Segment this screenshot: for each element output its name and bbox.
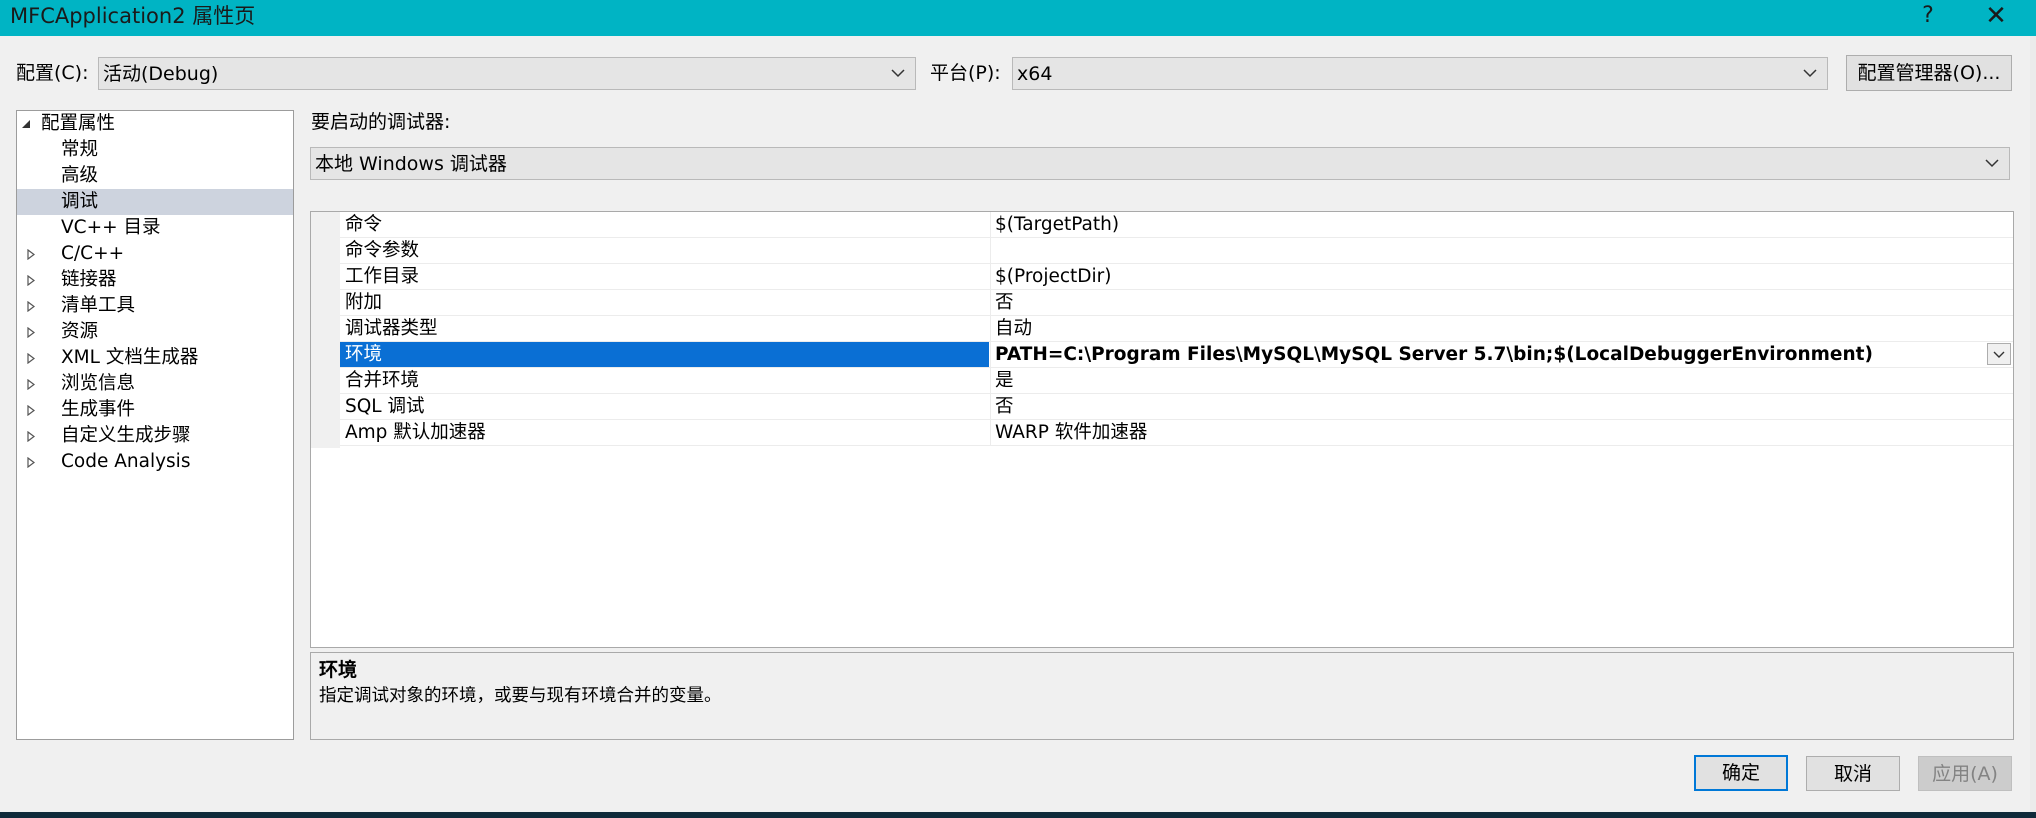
tree-item[interactable]: 清单工具 — [17, 293, 293, 319]
tree-item-label: 常规 — [61, 139, 99, 160]
chevron-down-icon — [1803, 58, 1819, 89]
property-row[interactable]: 命令参数 — [340, 238, 2013, 264]
tree-item[interactable]: 资源 — [17, 319, 293, 345]
tree-item-label: C/C++ — [61, 243, 125, 264]
property-value[interactable]: $(TargetPath) — [990, 212, 2013, 237]
cancel-button[interactable]: 取消 — [1806, 756, 1900, 791]
property-row[interactable]: 合并环境是 — [340, 368, 2013, 394]
tree-item[interactable]: 链接器 — [17, 267, 293, 293]
chevron-down-icon — [1985, 148, 2001, 179]
platform-label: 平台(P): — [930, 62, 1001, 84]
property-name[interactable]: Amp 默认加速器 — [340, 420, 989, 445]
property-name[interactable]: 调试器类型 — [340, 316, 989, 341]
window-edge — [2030, 36, 2036, 812]
property-value[interactable]: 是 — [990, 368, 2013, 393]
configuration-select[interactable]: 活动(Debug) — [98, 57, 916, 90]
tree-item[interactable]: 配置属性 — [17, 111, 293, 137]
property-row[interactable]: 工作目录 $(ProjectDir) — [340, 264, 2013, 290]
property-row[interactable]: 附加否 — [340, 290, 2013, 316]
value-dropdown-button[interactable] — [1987, 343, 2011, 365]
expanded-triangle-icon[interactable] — [21, 111, 35, 137]
tree-item-label: Code Analysis — [61, 451, 191, 472]
property-name[interactable]: 环境 — [340, 342, 989, 367]
tree-item[interactable]: C/C++ — [17, 241, 293, 267]
title-bar — [0, 0, 2036, 36]
property-tree[interactable]: 配置属性常规高级调试 VC++ 目录 C/C++ 链接器清单工具资源 XML 文档生成器… — [16, 110, 294, 740]
tree-item[interactable]: 常规 — [17, 137, 293, 163]
property-grid[interactable]: 命令 $(TargetPath) 命令参数 工作目录 $(ProjectDir) 附加否调… — [310, 211, 2014, 648]
collapsed-triangle-icon[interactable] — [27, 241, 41, 267]
property-name[interactable]: 命令 — [340, 212, 989, 237]
chevron-down-icon — [891, 58, 907, 89]
tree-item[interactable]: 自定义生成步骤 — [17, 423, 293, 449]
property-value[interactable]: WARP 软件加速器 — [990, 420, 2013, 445]
tree-item[interactable]: VC++ 目录 — [17, 215, 293, 241]
tree-item-label: 生成事件 — [61, 399, 136, 420]
property-row[interactable]: SQL 调试否 — [340, 394, 2013, 420]
property-row[interactable]: 调试器类型 自动 — [340, 316, 2013, 342]
property-name[interactable]: 合并环境 — [340, 368, 989, 393]
grid-gutter — [311, 212, 340, 448]
collapsed-triangle-icon[interactable] — [27, 449, 41, 475]
property-value[interactable]: 否 — [990, 394, 2013, 419]
property-value[interactable]: 自动 — [990, 316, 2013, 341]
apply-label: 应用(A) — [1932, 763, 1998, 785]
desktop-strip — [0, 812, 2036, 818]
tree-item-label: VC++ 目录 — [61, 217, 161, 238]
property-name[interactable]: 命令参数 — [340, 238, 989, 263]
close-button[interactable]: ✕ — [1966, 0, 2026, 32]
configuration-manager-button[interactable]: 配置管理器(O)... — [1846, 55, 2012, 91]
tree-item-label: 资源 — [61, 321, 99, 342]
property-value[interactable]: 否 — [990, 290, 2013, 315]
apply-button[interactable]: 应用(A) — [1918, 756, 2012, 791]
tree-item[interactable]: 调试 — [17, 189, 293, 215]
description-title: 环境 — [319, 659, 358, 681]
collapsed-triangle-icon[interactable] — [27, 397, 41, 423]
ok-button[interactable]: 确定 — [1694, 755, 1788, 791]
configuration-label: 配置(C): — [16, 62, 89, 84]
tree-item[interactable]: 浏览信息 — [17, 371, 293, 397]
collapsed-triangle-icon[interactable] — [27, 345, 41, 371]
collapsed-triangle-icon[interactable] — [27, 293, 41, 319]
debugger-label: 要启动的调试器: — [311, 111, 451, 133]
debugger-select[interactable]: 本地 Windows 调试器 — [310, 147, 2010, 180]
description-pane: 环境 指定调试对象的环境，或要与现有环境合并的变量。 — [310, 652, 2014, 740]
property-row[interactable]: Amp 默认加速器 WARP 软件加速器 — [340, 420, 2013, 446]
tree-item[interactable]: XML 文档生成器 — [17, 345, 293, 371]
property-name[interactable]: 附加 — [340, 290, 989, 315]
collapsed-triangle-icon[interactable] — [27, 267, 41, 293]
property-name[interactable]: SQL 调试 — [340, 394, 989, 419]
property-value[interactable] — [990, 238, 2013, 263]
tree-item-label: 高级 — [61, 165, 99, 186]
property-name[interactable]: 工作目录 — [340, 264, 989, 289]
tree-item-label: 链接器 — [61, 269, 117, 290]
debugger-value: 本地 Windows 调试器 — [315, 153, 507, 175]
tree-item-label: 浏览信息 — [61, 373, 136, 394]
property-value[interactable]: $(ProjectDir) — [990, 264, 2013, 289]
tree-item[interactable]: Code Analysis — [17, 449, 293, 475]
property-value[interactable]: PATH=C:\Program Files\MySQL\MySQL Server… — [990, 342, 2013, 367]
tree-item-label: XML 文档生成器 — [61, 347, 199, 368]
description-text: 指定调试对象的环境，或要与现有环境合并的变量。 — [319, 686, 722, 706]
platform-select[interactable]: x64 — [1012, 57, 1828, 90]
collapsed-triangle-icon[interactable] — [27, 319, 41, 345]
ok-label: 确定 — [1721, 762, 1760, 784]
tree-item-label: 清单工具 — [61, 295, 136, 316]
chevron-down-icon — [1993, 351, 2005, 358]
platform-value: x64 — [1017, 63, 1053, 85]
help-button[interactable]: ? — [1898, 0, 1958, 32]
tree-item[interactable]: 高级 — [17, 163, 293, 189]
property-row[interactable]: 环境 PATH=C:\Program Files\MySQL\MySQL Serv… — [340, 342, 2013, 368]
tree-item-label: 配置属性 — [41, 113, 116, 134]
property-row[interactable]: 命令 $(TargetPath) — [340, 212, 2013, 238]
cancel-label: 取消 — [1833, 763, 1872, 785]
configuration-value: 活动(Debug) — [103, 63, 219, 85]
configuration-manager-label: 配置管理器(O)... — [1857, 62, 2001, 84]
collapsed-triangle-icon[interactable] — [27, 423, 41, 449]
tree-item[interactable]: 生成事件 — [17, 397, 293, 423]
tree-item-label: 调试 — [61, 191, 99, 212]
window-title: MFCApplication2 属性页 — [10, 4, 256, 28]
collapsed-triangle-icon[interactable] — [27, 371, 41, 397]
tree-item-label: 自定义生成步骤 — [61, 425, 191, 446]
